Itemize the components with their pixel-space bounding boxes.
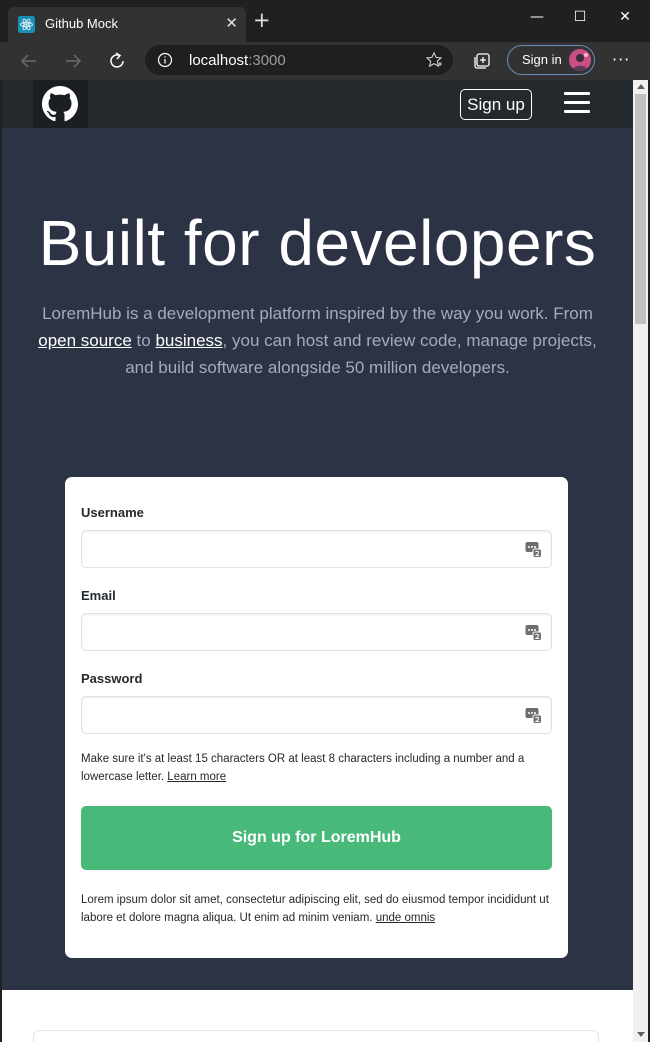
info-icon[interactable] <box>157 52 173 68</box>
terms-body: Lorem ipsum dolor sit amet, consectetur … <box>81 894 549 924</box>
profile-avatar <box>569 49 591 71</box>
hero-text-to: to <box>131 331 156 350</box>
signup-form-card: Username Email Password Make sure it's a… <box>65 477 568 958</box>
browser-toolbar: localhost:3000 Sign in ··· <box>0 42 650 80</box>
hint-text: Make sure it's at least 15 characters OR… <box>81 753 525 783</box>
hero-description: LoremHub is a development platform inspi… <box>26 300 609 381</box>
back-icon[interactable] <box>18 50 40 72</box>
tab-close-icon[interactable]: ✕ <box>225 14 238 32</box>
password-manager-icon[interactable] <box>525 707 542 724</box>
menu-bar <box>564 101 590 104</box>
username-label: Username <box>81 505 144 520</box>
open-source-link[interactable]: open source <box>38 331 132 350</box>
window-close-icon[interactable]: ✕ <box>602 4 648 30</box>
favorite-star-icon[interactable] <box>425 51 443 69</box>
hero-section: Built for developers LoremHub is a devel… <box>2 128 633 990</box>
password-manager-icon[interactable] <box>525 541 542 558</box>
password-hint: Make sure it's at least 15 characters OR… <box>81 750 553 786</box>
address-bar[interactable]: localhost:3000 <box>145 45 453 75</box>
menu-bar <box>564 110 590 113</box>
terms-text: Lorem ipsum dolor sit amet, consectetur … <box>81 891 553 927</box>
tab-title: Github Mock <box>45 16 118 31</box>
hamburger-menu-icon[interactable] <box>564 92 590 116</box>
avatar-icon <box>569 49 591 71</box>
password-label: Password <box>81 671 143 686</box>
minimize-icon[interactable]: — <box>514 4 560 30</box>
password-input[interactable] <box>82 697 532 733</box>
signin-label: Sign in <box>522 52 562 67</box>
forward-icon[interactable] <box>62 50 84 72</box>
hero-text-before: LoremHub is a development platform inspi… <box>42 304 593 323</box>
profile-signin-button[interactable]: Sign in <box>507 45 595 75</box>
signup-submit-button[interactable]: Sign up for LoremHub <box>81 806 552 870</box>
more-options-icon[interactable]: ··· <box>612 50 630 69</box>
browser-titlebar: Github Mock ✕ + — ☐ ✕ <box>0 0 650 42</box>
scroll-down-arrow-icon[interactable] <box>637 1032 645 1037</box>
scroll-up-arrow-icon[interactable] <box>637 84 645 89</box>
vertical-scrollbar[interactable] <box>633 80 648 1042</box>
react-icon <box>18 16 35 33</box>
logo-link[interactable] <box>33 80 88 128</box>
maximize-icon[interactable]: ☐ <box>557 4 603 30</box>
collections-icon[interactable] <box>472 51 492 71</box>
below-fold-card <box>33 1030 599 1042</box>
url-text: localhost:3000 <box>189 52 286 69</box>
email-input[interactable] <box>82 614 532 650</box>
business-link[interactable]: business <box>155 331 222 350</box>
email-label: Email <box>81 588 116 603</box>
username-input[interactable] <box>82 531 532 567</box>
page-viewport: Sign up Built for developers LoremHub is… <box>2 80 633 1042</box>
hero-title: Built for developers <box>38 207 597 279</box>
terms-link[interactable]: unde omnis <box>376 912 435 924</box>
browser-tab[interactable]: Github Mock ✕ <box>8 7 246 42</box>
password-manager-icon[interactable] <box>525 624 542 641</box>
github-logo-icon <box>42 86 78 122</box>
username-field-wrap <box>81 530 552 568</box>
email-field-wrap <box>81 613 552 651</box>
password-field-wrap <box>81 696 552 734</box>
new-tab-icon[interactable]: + <box>253 10 271 31</box>
refresh-icon[interactable] <box>106 50 128 72</box>
site-navbar: Sign up <box>2 80 633 128</box>
learn-more-link[interactable]: Learn more <box>167 771 226 783</box>
url-host: localhost <box>189 52 249 69</box>
signup-button[interactable]: Sign up <box>460 89 532 120</box>
menu-bar <box>564 92 590 95</box>
url-port: :3000 <box>248 52 286 69</box>
scrollbar-thumb[interactable] <box>635 94 646 324</box>
